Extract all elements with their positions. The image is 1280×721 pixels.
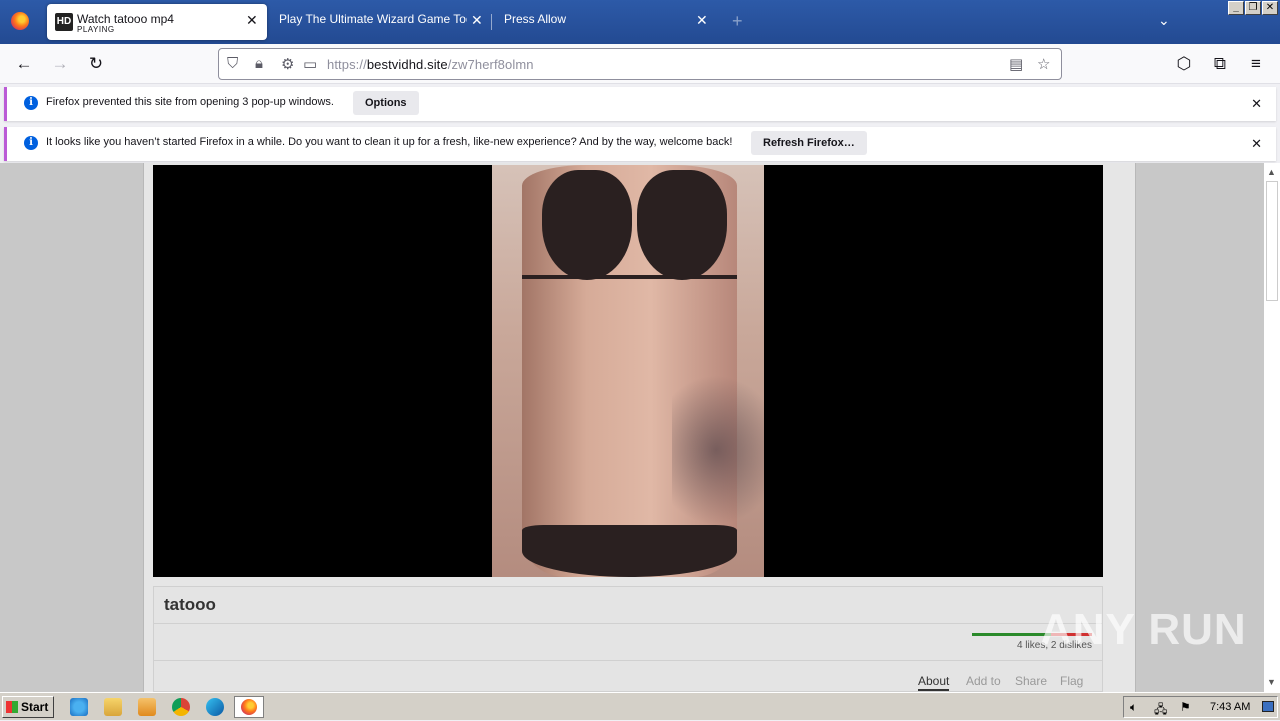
info-icon: i — [24, 136, 38, 150]
url-text[interactable]: https://bestvidhd.site/zw7herf8olmn — [327, 57, 534, 72]
network-icon[interactable]: 🖧︎ — [1154, 700, 1167, 721]
tab-share[interactable]: Share — [1015, 674, 1047, 688]
refresh-firefox-notification: i It looks like you haven’t started Fire… — [4, 127, 1276, 161]
video-content — [522, 165, 764, 577]
video-title: tatooo — [164, 595, 216, 614]
close-window-icon[interactable]: ✕ — [1262, 1, 1278, 15]
options-button[interactable]: Options — [353, 91, 419, 115]
video-content-detail — [637, 170, 727, 280]
back-arrow-icon[interactable]: ← — [14, 54, 34, 74]
hd-favicon-icon: HD — [55, 13, 73, 31]
close-notification-icon[interactable]: ✕ — [1251, 96, 1262, 112]
popup-blocked-notification: i Firefox prevented this site from openi… — [4, 87, 1276, 121]
close-tab-icon[interactable]: ✕ — [696, 13, 708, 27]
anyrun-watermark: ANY RUN — [1040, 605, 1247, 654]
tab-wizard-game[interactable]: Play The Ultimate Wizard Game Today | ✕ — [271, 4, 489, 40]
navigation-toolbar: ← → ↻ ⛉ 🔒︎ ⚙︎ ▭ https://bestvidhd.site/z… — [0, 44, 1280, 84]
tab-strip: HD Watch tatooo mp4 PLAYING ✕ Play The U… — [0, 0, 1280, 44]
action-center-flag-icon[interactable]: ⚑ — [1180, 700, 1191, 714]
tab-title: Play The Ultimate Wizard Game Today | — [279, 12, 467, 26]
tab-playing-label: PLAYING — [77, 25, 115, 34]
permissions-icon[interactable]: ⚙︎ — [281, 55, 294, 73]
edge-icon[interactable] — [206, 698, 224, 716]
tab-title: Press Allow — [504, 12, 567, 26]
system-tray: 🔈︎ 🖧︎ ⚑ 7:43 AM — [1123, 696, 1278, 718]
firefox-logo-icon[interactable] — [11, 12, 29, 30]
close-tab-icon[interactable]: ✕ — [471, 13, 483, 27]
tab-press-allow[interactable]: Press Allow ✕ — [496, 4, 714, 40]
refresh-firefox-button[interactable]: Refresh Firefox… — [751, 131, 867, 155]
volume-icon[interactable]: 🔈︎ — [1130, 700, 1137, 715]
autoplay-blocked-icon[interactable]: ▭ — [303, 55, 317, 73]
file-explorer-icon[interactable] — [104, 698, 122, 716]
tab-flag[interactable]: Flag — [1060, 674, 1083, 688]
windows-logo-icon — [6, 701, 18, 713]
notification-message: Firefox prevented this site from opening… — [46, 96, 334, 108]
scroll-up-arrow-icon[interactable]: ▲ — [1267, 167, 1276, 177]
show-desktop-icon[interactable] — [1262, 701, 1274, 712]
page-scrollbar[interactable]: ▲ ▼ — [1264, 163, 1280, 692]
divider — [154, 660, 1102, 661]
firefox-icon — [241, 699, 257, 715]
restore-window-icon[interactable]: ❐ — [1245, 1, 1261, 15]
tab-separator — [491, 14, 492, 30]
reader-view-icon[interactable]: ▤ — [1009, 55, 1023, 73]
address-bar[interactable]: ⛉ 🔒︎ ⚙︎ ▭ https://bestvidhd.site/zw7herf… — [218, 48, 1062, 80]
clock: 7:43 AM — [1210, 701, 1251, 713]
windows-taskbar: Start 🔈︎ 🖧︎ ⚑ 7:43 AM — [0, 692, 1280, 720]
lock-icon[interactable]: 🔒︎ — [255, 55, 263, 72]
start-button[interactable]: Start — [2, 696, 54, 718]
info-icon: i — [24, 96, 38, 110]
url-host: bestvidhd.site — [366, 57, 448, 72]
forward-arrow-icon[interactable]: → — [50, 54, 70, 74]
start-label: Start — [21, 700, 49, 714]
extensions-icon[interactable]: ⧉ — [1210, 54, 1230, 74]
tab-about[interactable]: About — [918, 674, 950, 691]
firefox-taskbar-button[interactable] — [234, 696, 264, 718]
video-content-detail — [522, 525, 737, 577]
new-tab-icon[interactable]: + — [732, 12, 743, 30]
scrollbar-thumb[interactable] — [1266, 181, 1278, 301]
url-scheme: https:// — [327, 57, 367, 72]
video-content-detail — [522, 275, 737, 279]
internet-explorer-icon[interactable] — [70, 698, 88, 716]
tab-title: Watch tatooo mp4 — [77, 12, 174, 26]
divider — [154, 623, 1102, 624]
video-content-detail — [542, 170, 632, 280]
minimize-window-icon[interactable]: _ — [1228, 1, 1244, 15]
tab-add-to[interactable]: Add to — [966, 674, 1001, 688]
video-frame — [492, 165, 764, 577]
close-notification-icon[interactable]: ✕ — [1251, 136, 1262, 152]
notification-message: It looks like you haven’t started Firefo… — [46, 136, 733, 148]
bookmark-star-icon[interactable]: ☆ — [1037, 55, 1050, 73]
chrome-icon[interactable] — [172, 698, 190, 716]
media-player-icon[interactable] — [138, 698, 156, 716]
list-all-tabs-chevron-icon[interactable]: ⌄ — [1158, 12, 1170, 29]
tab-watch-video[interactable]: HD Watch tatooo mp4 PLAYING ✕ — [47, 4, 267, 40]
pocket-icon[interactable]: ⬡ — [1174, 54, 1194, 74]
video-player[interactable] — [153, 165, 1103, 577]
close-tab-icon[interactable]: ✕ — [246, 13, 258, 27]
url-path: /zw7herf8olmn — [447, 57, 534, 72]
video-info-panel: tatooo 4 likes, 2 dislikes About Add to … — [153, 586, 1103, 692]
reload-icon[interactable]: ↻ — [86, 54, 106, 74]
scroll-down-arrow-icon[interactable]: ▼ — [1267, 677, 1276, 687]
app-menu-hamburger-icon[interactable]: ≡ — [1246, 54, 1266, 74]
video-content-detail — [672, 375, 764, 525]
tracking-shield-icon[interactable]: ⛉ — [227, 55, 238, 72]
